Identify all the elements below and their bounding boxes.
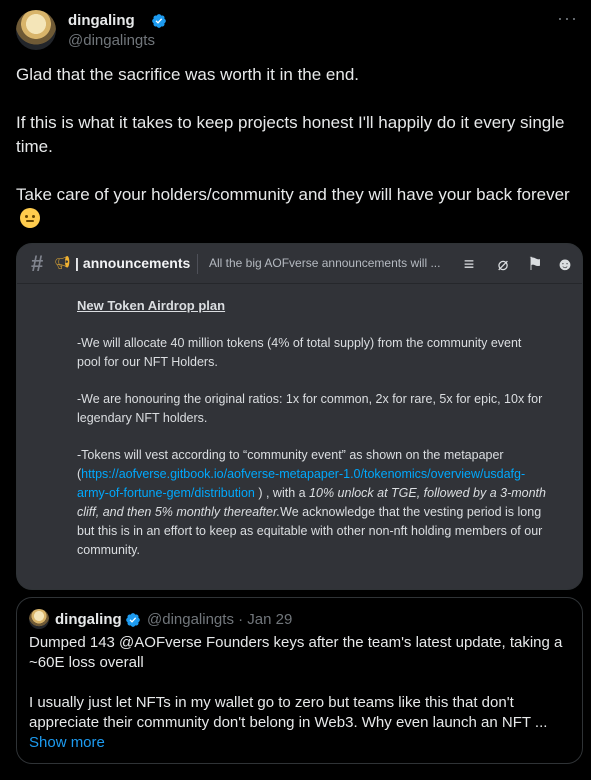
tweet-text: Glad that the sacrifice was worth it in … bbox=[16, 63, 571, 231]
discord-channel-header: # 📢︎ | announcements All the big AOFverse… bbox=[17, 244, 582, 284]
megaphone-icon: 📢︎ bbox=[54, 255, 71, 270]
channel-name: | announcements bbox=[75, 255, 190, 271]
quoted-author-name: dingaling bbox=[55, 611, 122, 628]
verified-badge-icon bbox=[126, 613, 140, 627]
channel-hash-icon: # bbox=[31, 251, 44, 276]
p3-mid: ) , with a bbox=[254, 486, 310, 500]
tweet-line-3: Take care of your holders/community and … bbox=[16, 183, 571, 231]
quoted-paragraph-2-line-2: appreciate their community don't belong … bbox=[29, 714, 548, 731]
attached-image[interactable]: # 📢︎ | announcements All the big AOFverse… bbox=[16, 243, 583, 590]
mute-bell-icon: ⌀ bbox=[497, 254, 509, 274]
quoted-avatar bbox=[29, 609, 49, 629]
announcement-paragraph-1: -We will allocate 40 million tokens (4% … bbox=[77, 336, 522, 369]
pin-icon: ⚑ bbox=[526, 254, 544, 274]
tweet-header: dingaling @dingalingts ··· bbox=[16, 8, 578, 54]
tweet-line-1: Glad that the sacrifice was worth it in … bbox=[16, 65, 360, 84]
quoted-text: Dumped 143 @AOFverse Founders keys after… bbox=[29, 633, 574, 733]
announcement-paragraph-2: -We are honouring the original ratios: 1… bbox=[77, 392, 543, 425]
announcement-body: New Token Airdrop plan -We will allocate… bbox=[77, 296, 547, 578]
tweet-line-3-text: Take care of your holders/community and … bbox=[16, 185, 570, 204]
threads-icon: ≡ bbox=[463, 254, 475, 274]
author-handle[interactable]: @dingalingts bbox=[68, 32, 155, 49]
quoted-handle-date: @dingalingts · Jan 29 bbox=[147, 611, 293, 628]
tweet-line-2: If this is what it takes to keep project… bbox=[16, 113, 565, 156]
channel-topic: All the big AOFverse announcements will … bbox=[209, 256, 441, 270]
more-options-icon[interactable]: ··· bbox=[557, 8, 578, 29]
author-name[interactable]: dingaling bbox=[68, 12, 135, 29]
show-more-link[interactable]: Show more bbox=[29, 734, 105, 751]
quoted-paragraph-2-line-1: I usually just let NFTs in my wallet go … bbox=[29, 694, 514, 711]
channel-label: announcements bbox=[82, 255, 191, 271]
quoted-tweet[interactable]: dingaling @dingalingts · Jan 29 Dumped 1… bbox=[16, 597, 583, 764]
announcement-title: New Token Airdrop plan bbox=[77, 298, 226, 313]
emoji-icon bbox=[20, 208, 40, 228]
quoted-paragraph-1: Dumped 143 @AOFverse Founders keys after… bbox=[29, 634, 563, 671]
header-divider bbox=[197, 254, 198, 274]
avatar[interactable] bbox=[16, 10, 56, 50]
members-icon: ☻ bbox=[555, 254, 575, 274]
verified-badge-icon bbox=[152, 14, 166, 28]
channel-separator: | bbox=[75, 255, 79, 271]
announcement-paragraph-3: -Tokens will vest according to “communit… bbox=[77, 446, 547, 560]
